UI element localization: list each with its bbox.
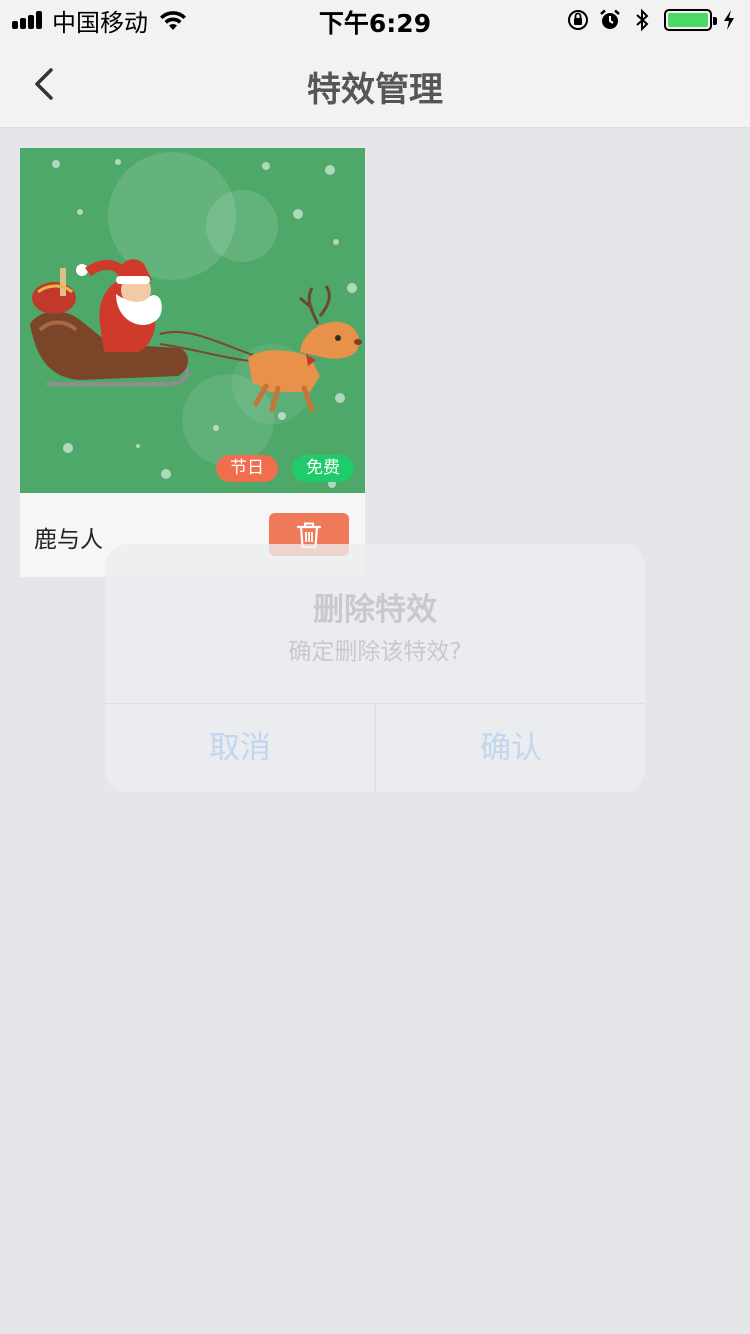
bluetooth-icon <box>636 8 649 32</box>
battery-icon <box>664 9 717 31</box>
effect-card[interactable]: 节日 免费 鹿与人 <box>20 148 365 577</box>
tag-holiday: 节日 <box>216 455 278 482</box>
orientation-lock-icon <box>568 10 588 30</box>
santa-sleigh-illustration <box>30 152 362 488</box>
confirm-button[interactable]: 确认 <box>376 704 646 792</box>
delete-confirm-dialog: 删除特效 确定删除该特效? 取消 确认 <box>105 544 645 792</box>
status-right <box>558 6 736 34</box>
effect-name: 鹿与人 <box>34 527 103 553</box>
effect-thumbnail: 节日 免费 <box>20 148 365 493</box>
dialog-message: 确定删除该特效? <box>288 639 462 665</box>
status-bar: 中国移动 下午6:29 <box>0 0 750 40</box>
battery-level <box>668 13 708 27</box>
page-title: 特效管理 <box>307 70 443 110</box>
dialog-title: 删除特效 <box>313 592 437 628</box>
cancel-button[interactable]: 取消 <box>105 704 375 792</box>
tag-free: 免费 <box>292 455 354 482</box>
charging-icon <box>724 10 734 30</box>
navigation-bar: 特效管理 <box>0 40 750 128</box>
alarm-icon <box>600 9 620 29</box>
